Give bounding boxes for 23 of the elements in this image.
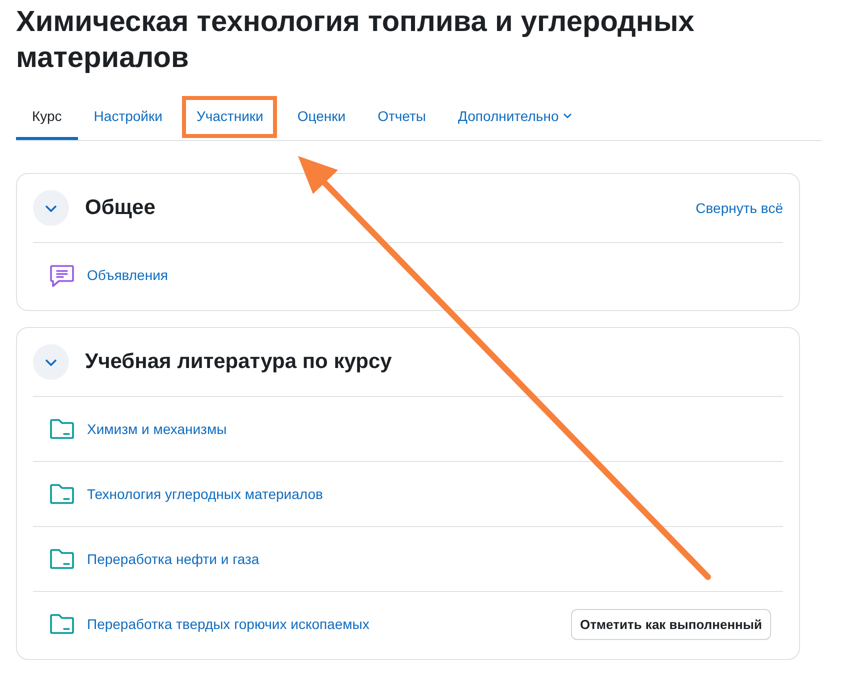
folder-icon [49, 418, 75, 440]
course-title: Химическая технология топлива и углеродных материалов [15, 5, 696, 76]
nav-tab[interactable]: Курс [16, 94, 78, 140]
section-title: Учебная литература по курсу [85, 350, 393, 374]
collapse-button[interactable] [33, 344, 69, 380]
folder-icon [49, 548, 75, 570]
activity-link[interactable]: Переработка нефти и газа [87, 551, 771, 567]
collapse-all-link[interactable]: Свернуть всё [696, 200, 783, 216]
nav-tab[interactable]: Дополнительно [442, 94, 588, 140]
activity-link[interactable]: Технология углеродных материалов [87, 486, 771, 502]
folder-icon [49, 613, 75, 635]
nav-tab[interactable]: Оценки [281, 94, 362, 140]
activity-link[interactable]: Химизм и механизмы [87, 421, 771, 437]
activity-link[interactable]: Переработка твердых горючих ископаемых [87, 616, 559, 632]
collapse-button[interactable] [33, 190, 69, 226]
section-title: Общее [85, 196, 156, 220]
nav-tab[interactable]: Участники [180, 94, 280, 140]
activity-link[interactable]: Объявления [87, 267, 771, 283]
mark-done-button[interactable]: Отметить как выполненный [570, 608, 771, 640]
speech-bubble-icon [49, 262, 75, 288]
nav-tab[interactable]: Отчеты [362, 94, 442, 140]
nav-tab[interactable]: Настройки [78, 94, 178, 140]
folder-icon [49, 483, 75, 505]
